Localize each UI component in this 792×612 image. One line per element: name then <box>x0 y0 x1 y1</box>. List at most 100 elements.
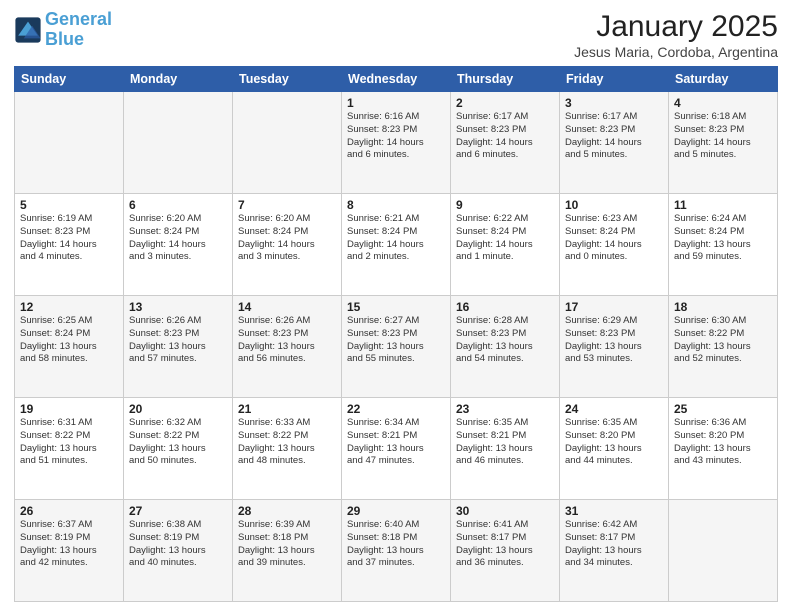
logo-text: GeneralBlue <box>45 10 112 50</box>
calendar-cell: 19Sunrise: 6:31 AM Sunset: 8:22 PM Dayli… <box>15 398 124 500</box>
day-info: Sunrise: 6:17 AM Sunset: 8:23 PM Dayligh… <box>565 111 663 162</box>
day-info: Sunrise: 6:21 AM Sunset: 8:24 PM Dayligh… <box>347 213 445 264</box>
week-row-5: 26Sunrise: 6:37 AM Sunset: 8:19 PM Dayli… <box>15 500 778 602</box>
calendar-header-row: SundayMondayTuesdayWednesdayThursdayFrid… <box>15 67 778 92</box>
day-header-friday: Friday <box>560 67 669 92</box>
subtitle: Jesus Maria, Cordoba, Argentina <box>574 44 778 60</box>
day-info: Sunrise: 6:24 AM Sunset: 8:24 PM Dayligh… <box>674 213 772 264</box>
calendar-cell: 17Sunrise: 6:29 AM Sunset: 8:23 PM Dayli… <box>560 296 669 398</box>
day-number: 15 <box>347 300 445 314</box>
day-number: 31 <box>565 504 663 518</box>
calendar-cell: 10Sunrise: 6:23 AM Sunset: 8:24 PM Dayli… <box>560 194 669 296</box>
day-info: Sunrise: 6:30 AM Sunset: 8:22 PM Dayligh… <box>674 315 772 366</box>
calendar-cell: 12Sunrise: 6:25 AM Sunset: 8:24 PM Dayli… <box>15 296 124 398</box>
day-info: Sunrise: 6:16 AM Sunset: 8:23 PM Dayligh… <box>347 111 445 162</box>
day-number: 9 <box>456 198 554 212</box>
main-title: January 2025 <box>574 10 778 44</box>
calendar-cell: 6Sunrise: 6:20 AM Sunset: 8:24 PM Daylig… <box>124 194 233 296</box>
calendar-cell: 30Sunrise: 6:41 AM Sunset: 8:17 PM Dayli… <box>451 500 560 602</box>
day-info: Sunrise: 6:25 AM Sunset: 8:24 PM Dayligh… <box>20 315 118 366</box>
day-info: Sunrise: 6:40 AM Sunset: 8:18 PM Dayligh… <box>347 519 445 570</box>
calendar-cell: 9Sunrise: 6:22 AM Sunset: 8:24 PM Daylig… <box>451 194 560 296</box>
day-number: 26 <box>20 504 118 518</box>
day-header-saturday: Saturday <box>669 67 778 92</box>
day-info: Sunrise: 6:32 AM Sunset: 8:22 PM Dayligh… <box>129 417 227 468</box>
calendar-cell: 25Sunrise: 6:36 AM Sunset: 8:20 PM Dayli… <box>669 398 778 500</box>
calendar-table: SundayMondayTuesdayWednesdayThursdayFrid… <box>14 66 778 602</box>
calendar-cell: 13Sunrise: 6:26 AM Sunset: 8:23 PM Dayli… <box>124 296 233 398</box>
day-number: 30 <box>456 504 554 518</box>
day-number: 10 <box>565 198 663 212</box>
day-number: 21 <box>238 402 336 416</box>
day-number: 19 <box>20 402 118 416</box>
logo-area: GeneralBlue <box>14 10 112 50</box>
day-number: 18 <box>674 300 772 314</box>
calendar-cell <box>124 92 233 194</box>
calendar-cell <box>233 92 342 194</box>
calendar-cell: 21Sunrise: 6:33 AM Sunset: 8:22 PM Dayli… <box>233 398 342 500</box>
day-header-sunday: Sunday <box>15 67 124 92</box>
day-info: Sunrise: 6:29 AM Sunset: 8:23 PM Dayligh… <box>565 315 663 366</box>
day-number: 22 <box>347 402 445 416</box>
day-info: Sunrise: 6:37 AM Sunset: 8:19 PM Dayligh… <box>20 519 118 570</box>
header: GeneralBlue January 2025 Jesus Maria, Co… <box>14 10 778 60</box>
calendar-cell: 23Sunrise: 6:35 AM Sunset: 8:21 PM Dayli… <box>451 398 560 500</box>
calendar-cell: 24Sunrise: 6:35 AM Sunset: 8:20 PM Dayli… <box>560 398 669 500</box>
day-number: 4 <box>674 96 772 110</box>
calendar-cell: 14Sunrise: 6:26 AM Sunset: 8:23 PM Dayli… <box>233 296 342 398</box>
calendar-cell: 15Sunrise: 6:27 AM Sunset: 8:23 PM Dayli… <box>342 296 451 398</box>
day-number: 25 <box>674 402 772 416</box>
day-header-wednesday: Wednesday <box>342 67 451 92</box>
calendar-cell: 3Sunrise: 6:17 AM Sunset: 8:23 PM Daylig… <box>560 92 669 194</box>
day-info: Sunrise: 6:20 AM Sunset: 8:24 PM Dayligh… <box>238 213 336 264</box>
calendar-cell: 26Sunrise: 6:37 AM Sunset: 8:19 PM Dayli… <box>15 500 124 602</box>
day-number: 13 <box>129 300 227 314</box>
day-info: Sunrise: 6:41 AM Sunset: 8:17 PM Dayligh… <box>456 519 554 570</box>
calendar-cell: 20Sunrise: 6:32 AM Sunset: 8:22 PM Dayli… <box>124 398 233 500</box>
day-info: Sunrise: 6:36 AM Sunset: 8:20 PM Dayligh… <box>674 417 772 468</box>
day-header-thursday: Thursday <box>451 67 560 92</box>
calendar-cell: 29Sunrise: 6:40 AM Sunset: 8:18 PM Dayli… <box>342 500 451 602</box>
day-number: 3 <box>565 96 663 110</box>
day-number: 20 <box>129 402 227 416</box>
day-header-tuesday: Tuesday <box>233 67 342 92</box>
calendar-cell <box>669 500 778 602</box>
calendar-cell: 11Sunrise: 6:24 AM Sunset: 8:24 PM Dayli… <box>669 194 778 296</box>
day-info: Sunrise: 6:22 AM Sunset: 8:24 PM Dayligh… <box>456 213 554 264</box>
calendar-cell: 7Sunrise: 6:20 AM Sunset: 8:24 PM Daylig… <box>233 194 342 296</box>
day-info: Sunrise: 6:27 AM Sunset: 8:23 PM Dayligh… <box>347 315 445 366</box>
day-info: Sunrise: 6:33 AM Sunset: 8:22 PM Dayligh… <box>238 417 336 468</box>
day-number: 14 <box>238 300 336 314</box>
day-info: Sunrise: 6:26 AM Sunset: 8:23 PM Dayligh… <box>129 315 227 366</box>
week-row-3: 12Sunrise: 6:25 AM Sunset: 8:24 PM Dayli… <box>15 296 778 398</box>
day-info: Sunrise: 6:38 AM Sunset: 8:19 PM Dayligh… <box>129 519 227 570</box>
day-info: Sunrise: 6:20 AM Sunset: 8:24 PM Dayligh… <box>129 213 227 264</box>
calendar-cell: 5Sunrise: 6:19 AM Sunset: 8:23 PM Daylig… <box>15 194 124 296</box>
day-info: Sunrise: 6:34 AM Sunset: 8:21 PM Dayligh… <box>347 417 445 468</box>
day-number: 2 <box>456 96 554 110</box>
calendar-cell: 22Sunrise: 6:34 AM Sunset: 8:21 PM Dayli… <box>342 398 451 500</box>
title-area: January 2025 Jesus Maria, Cordoba, Argen… <box>574 10 778 60</box>
day-number: 8 <box>347 198 445 212</box>
general-blue-icon <box>14 16 42 44</box>
calendar-cell: 16Sunrise: 6:28 AM Sunset: 8:23 PM Dayli… <box>451 296 560 398</box>
day-info: Sunrise: 6:19 AM Sunset: 8:23 PM Dayligh… <box>20 213 118 264</box>
day-info: Sunrise: 6:28 AM Sunset: 8:23 PM Dayligh… <box>456 315 554 366</box>
day-number: 16 <box>456 300 554 314</box>
day-number: 12 <box>20 300 118 314</box>
day-number: 1 <box>347 96 445 110</box>
calendar-cell: 28Sunrise: 6:39 AM Sunset: 8:18 PM Dayli… <box>233 500 342 602</box>
calendar-cell: 18Sunrise: 6:30 AM Sunset: 8:22 PM Dayli… <box>669 296 778 398</box>
day-header-monday: Monday <box>124 67 233 92</box>
day-number: 17 <box>565 300 663 314</box>
day-number: 24 <box>565 402 663 416</box>
week-row-1: 1Sunrise: 6:16 AM Sunset: 8:23 PM Daylig… <box>15 92 778 194</box>
day-info: Sunrise: 6:23 AM Sunset: 8:24 PM Dayligh… <box>565 213 663 264</box>
calendar-cell <box>15 92 124 194</box>
day-number: 28 <box>238 504 336 518</box>
day-number: 5 <box>20 198 118 212</box>
calendar-cell: 1Sunrise: 6:16 AM Sunset: 8:23 PM Daylig… <box>342 92 451 194</box>
week-row-4: 19Sunrise: 6:31 AM Sunset: 8:22 PM Dayli… <box>15 398 778 500</box>
day-info: Sunrise: 6:35 AM Sunset: 8:21 PM Dayligh… <box>456 417 554 468</box>
day-info: Sunrise: 6:39 AM Sunset: 8:18 PM Dayligh… <box>238 519 336 570</box>
